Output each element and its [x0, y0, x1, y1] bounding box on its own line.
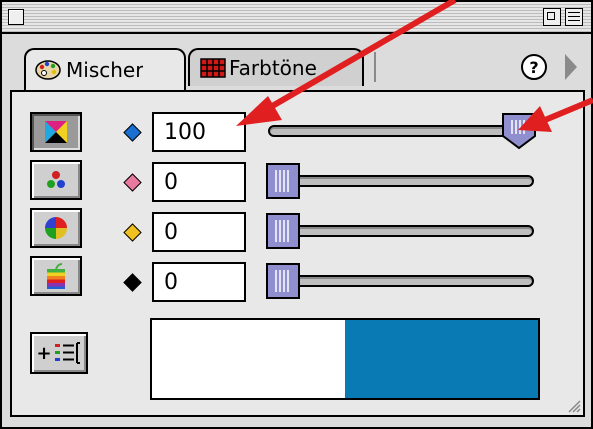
swatch-list-icon — [54, 342, 80, 364]
rgb-mode-button[interactable] — [30, 160, 82, 200]
yellow-diamond-icon — [123, 223, 142, 242]
black-slider-track[interactable] — [268, 275, 534, 287]
yellow-value-field[interactable]: 0 — [152, 212, 246, 252]
cmyk-mode-button[interactable] — [30, 112, 82, 152]
color-picker-window: Mischer Farbtöne ? 100 0 0 0 + — [0, 0, 593, 429]
mixer-panel: 100 0 0 0 + — [10, 90, 585, 417]
tab-strip: Mischer Farbtöne ? — [6, 48, 587, 90]
resize-grip-icon[interactable] — [565, 397, 581, 413]
help-button[interactable]: ? — [521, 54, 547, 80]
black-value-field[interactable]: 0 — [152, 262, 246, 302]
tab-mischer-label: Mischer — [66, 58, 144, 82]
zoom-box[interactable] — [543, 8, 561, 26]
black-slider-thumb[interactable] — [264, 262, 302, 300]
collapse-box[interactable] — [565, 8, 583, 26]
cmyk-icon — [45, 121, 67, 143]
add-plus-label: + — [36, 342, 52, 364]
magenta-slider-thumb[interactable] — [264, 162, 302, 200]
palette-icon — [35, 60, 61, 80]
cyan-slider-thumb[interactable] — [500, 112, 538, 150]
close-box[interactable] — [8, 9, 24, 25]
hsb-mode-button[interactable] — [30, 208, 82, 248]
tab-mischer[interactable]: Mischer — [24, 48, 186, 90]
cyan-diamond-icon — [123, 123, 142, 142]
color-preview-swatch — [150, 318, 540, 400]
next-arrow-icon[interactable] — [565, 54, 577, 80]
previous-color-swatch[interactable] — [152, 320, 345, 398]
title-bar[interactable] — [2, 2, 591, 34]
magenta-value-field[interactable]: 0 — [152, 162, 246, 202]
rgb-dots-icon — [47, 171, 65, 188]
apple-picker-mode-button[interactable] — [30, 256, 82, 296]
add-to-swatches-button[interactable]: + — [30, 332, 88, 374]
color-wheel-icon — [45, 217, 67, 239]
magenta-diamond-icon — [123, 173, 142, 192]
magenta-slider-track[interactable] — [268, 175, 534, 187]
apple-rainbow-icon — [47, 263, 65, 289]
color-grid-icon — [200, 58, 226, 78]
yellow-slider-track[interactable] — [268, 225, 534, 237]
tab-divider — [374, 52, 376, 82]
cyan-slider-track[interactable] — [268, 125, 534, 137]
cyan-value-field[interactable]: 100 — [152, 112, 246, 152]
tab-farbtoene[interactable]: Farbtöne — [188, 48, 364, 86]
yellow-slider-thumb[interactable] — [264, 212, 302, 250]
current-color-swatch — [345, 320, 538, 398]
black-diamond-icon — [123, 273, 142, 292]
tab-farbtoene-label: Farbtöne — [229, 56, 317, 80]
